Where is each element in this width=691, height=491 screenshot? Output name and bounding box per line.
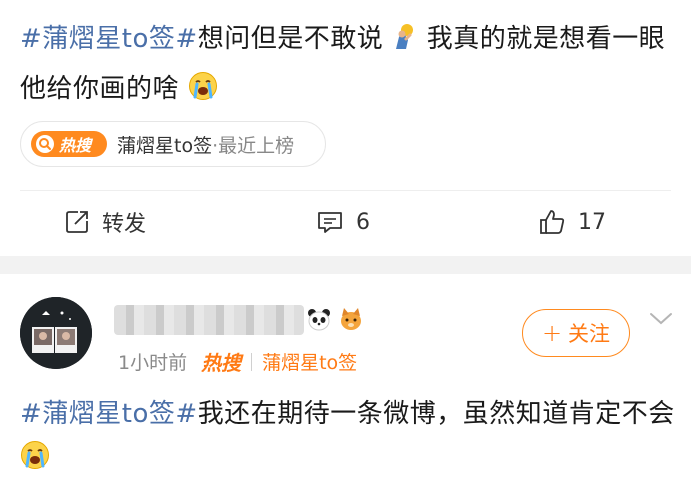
meta-separator [251, 352, 253, 371]
post2-hashtag[interactable]: #蒲熠星to签# [20, 399, 198, 429]
feed-divider [0, 256, 691, 274]
post1-text: #蒲熠星to签#想问但是不敢说 我真的就是想看一眼他给你画的啥 [20, 16, 680, 116]
repost-label: 转发 [102, 212, 147, 237]
comment-button[interactable]: 6 [316, 203, 370, 241]
hot-topic-link[interactable]: 蒲熠星to签 [262, 348, 357, 375]
post-time: 1小时前 [118, 352, 188, 374]
post2-meta: 1小时前 热搜 蒲熠星to签 [118, 347, 357, 376]
chevron-down-icon[interactable] [648, 308, 674, 328]
hot-search-chip[interactable]: 热搜 蒲熠星to签·最近上榜 [20, 121, 326, 167]
post2-text: #蒲熠星to签#我还在期待一条微博，虽然知道肯定不会 [20, 392, 680, 484]
divider [20, 190, 671, 191]
avatar-image [20, 297, 92, 369]
crying-emoji-icon [188, 70, 218, 116]
repost-button[interactable]: 转发 [64, 203, 146, 241]
like-count: 17 [578, 209, 606, 235]
follow-button[interactable]: + 关注 [522, 309, 630, 357]
avatar[interactable] [20, 297, 92, 369]
search-icon [36, 135, 54, 153]
comment-count: 6 [356, 209, 370, 235]
username-redacted[interactable] [114, 305, 304, 335]
panda-emoji-icon [308, 309, 330, 331]
post1-text-part1: 想问但是不敢说 [197, 24, 384, 54]
post1-hashtag[interactable]: #蒲熠星to签# [20, 24, 198, 54]
hot-chip-rank: ·最近上榜 [212, 134, 295, 157]
follow-label: 关注 [568, 322, 611, 346]
hot-search-label[interactable]: 热搜 [201, 347, 241, 376]
hot-chip-topic: 蒲熠星to签 [117, 134, 213, 157]
hot-search-badge-label: 热搜 [59, 136, 92, 155]
plus-icon: + [541, 319, 563, 347]
comment-icon [318, 212, 342, 233]
hot-search-badge: 热搜 [31, 131, 107, 157]
like-button[interactable]: 17 [538, 203, 606, 241]
repost-icon [66, 211, 88, 233]
username-emojis [306, 306, 364, 332]
thinking-emoji-icon [392, 20, 418, 66]
post2-body: 我还在期待一条微博，虽然知道肯定不会 [197, 399, 675, 429]
crying-emoji-icon [20, 440, 50, 484]
hot-chip-text: 蒲熠星to签·最近上榜 [117, 131, 294, 158]
dog-emoji-icon [341, 308, 361, 330]
like-icon [540, 210, 565, 234]
